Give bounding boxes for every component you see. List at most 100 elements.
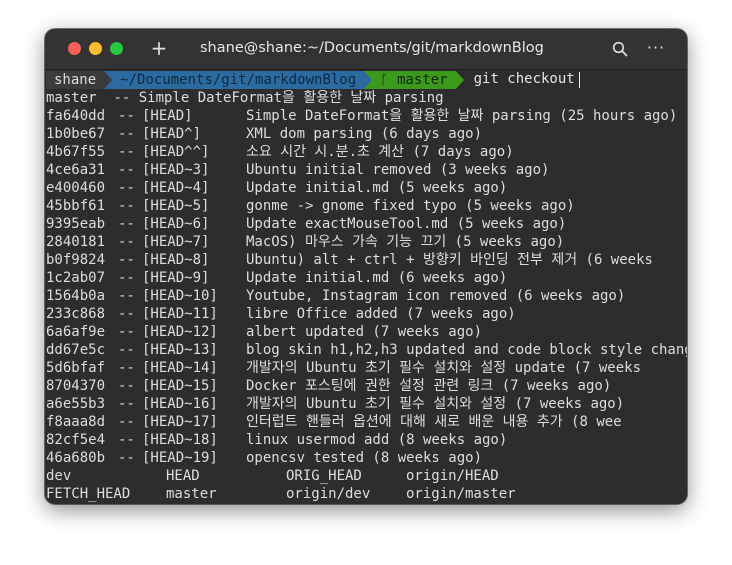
head-ref: [HEAD~17] [142, 414, 218, 430]
completion-row[interactable]: 5d6bfaf -- [HEAD~14] 개발자의 Ubuntu 초기 필수 설치와 … [46, 359, 687, 377]
head-ref: [HEAD^] [142, 126, 202, 142]
commit-message: 개발자의 Ubuntu 초기 필수 설치와 설정 (7 weeks ago) [246, 396, 625, 412]
completion-row[interactable]: dd67e5c -- [HEAD~13] blog skin h1,h2,h3 upd… [46, 341, 687, 359]
ref-name[interactable]: master [166, 485, 286, 503]
prompt-separator [455, 70, 464, 89]
head-ref: [HEAD~11] [142, 306, 218, 322]
completion-separator: -- [113, 90, 131, 106]
commit-message: libre Office added (7 weeks ago) [246, 306, 516, 322]
completion-row[interactable]: f8aaa8d -- [HEAD~17] 인터럽트 핸들러 옵션에 대해 새로 배운 … [46, 413, 687, 431]
head-ref: [HEAD~12] [142, 324, 218, 340]
ref-name[interactable]: FETCH_HEAD [46, 485, 166, 503]
commit-message: Simple DateFormat을 활용한 날짜 parsing [138, 90, 444, 106]
close-window-button[interactable] [68, 42, 81, 55]
completion-row[interactable]: 1564b0a -- [HEAD~10] Youtube, Instagram ico… [46, 287, 687, 305]
commit-hash: 45bbf61 [46, 198, 106, 214]
completion-separator: -- [118, 378, 135, 394]
commit-message: MacOS) 마우스 가속 기능 끄기 (5 weeks ago) [246, 234, 565, 250]
commit-hash: 8704370 [46, 378, 106, 394]
branch-name: master [46, 90, 97, 106]
completion-row[interactable]: 45bbf61 -- [HEAD~5] gonme -> gnome fixed ty… [46, 197, 687, 215]
commit-message: Simple DateFormat을 활용한 날짜 parsing (25 ho… [246, 108, 678, 124]
completion-separator: -- [118, 288, 135, 304]
commit-message: 개발자의 Ubuntu 초기 필수 설치와 설정 update (7 weeks [246, 360, 642, 376]
completion-separator: -- [118, 216, 135, 232]
completion-row[interactable]: 1b0be67 -- [HEAD^] XML dom parsing (6 days … [46, 125, 687, 143]
commit-hash: 4ce6a31 [46, 162, 106, 178]
completion-separator: -- [118, 360, 135, 376]
ref-name[interactable]: origin/HEAD [406, 467, 526, 485]
head-ref: [HEAD~8] [142, 252, 210, 268]
commit-message: Update exactMouseTool.md (5 weeks ago) [246, 216, 567, 232]
ref-name[interactable]: dev [46, 467, 166, 485]
window-title: shane@shane:~/Documents/git/markdownBlog [200, 40, 544, 56]
commit-message: Ubuntu initial removed (3 weeks ago) [246, 162, 550, 178]
commit-hash: 1b0be67 [46, 126, 106, 142]
completion-row[interactable]: 46a680b -- [HEAD~19] opencsv tested (8 week… [46, 449, 687, 467]
commit-hash: dd67e5c [46, 342, 106, 358]
completion-row[interactable]: 1c2ab07 -- [HEAD~9] Update initial.md (6 we… [46, 269, 687, 287]
head-ref: [HEAD] [142, 108, 193, 124]
head-ref: [HEAD~9] [142, 270, 210, 286]
completion-separator: -- [118, 414, 135, 430]
commit-hash: a6e55b3 [46, 396, 106, 412]
completion-separator: -- [118, 396, 135, 412]
completion-row[interactable]: a6e55b3 -- [HEAD~16] 개발자의 Ubuntu 초기 필수 설치와 … [46, 395, 687, 413]
commit-hash: fa640dd [46, 108, 106, 124]
completion-row[interactable]: master -- Simple DateFormat을 활용한 날짜 pars… [46, 89, 687, 107]
commit-hash: 9395eab [46, 216, 106, 232]
completion-row[interactable]: 4b67f55 -- [HEAD^^] 소요 시간 시.분.초 계산 (7 days … [46, 143, 687, 161]
commit-message: albert updated (7 weeks ago) [246, 324, 483, 340]
commit-hash: 82cf5e4 [46, 432, 106, 448]
completion-separator: -- [118, 180, 135, 196]
head-ref: [HEAD~16] [142, 396, 218, 412]
new-tab-button[interactable]: + [149, 37, 169, 59]
ref-name[interactable]: HEAD [166, 467, 286, 485]
completion-row[interactable]: 233c868 -- [HEAD~11] libre Office added (7 … [46, 305, 687, 323]
ref-name[interactable]: ORIG_HEAD [286, 467, 406, 485]
head-ref: [HEAD~10] [142, 288, 218, 304]
head-ref: [HEAD~4] [142, 180, 210, 196]
completion-row[interactable]: e400460 -- [HEAD~4] Update initial.md (5 we… [46, 179, 687, 197]
completion-separator: -- [118, 198, 135, 214]
ref-name[interactable]: origin/dev [286, 485, 406, 503]
head-ref: [HEAD~13] [142, 342, 218, 358]
commit-hash: 1564b0a [46, 288, 106, 304]
terminal-output[interactable]: shane ~/Documents/git/markdownBlog ᚴ mas… [45, 70, 687, 504]
search-icon[interactable] [612, 41, 628, 57]
completion-row[interactable]: 6a6af9e -- [HEAD~12] albert updated (7 week… [46, 323, 687, 341]
title-bar: + shane@shane:~/Documents/git/markdownBl… [45, 29, 687, 70]
prompt-separator [364, 70, 373, 89]
completion-separator: -- [118, 342, 135, 358]
command-input[interactable]: git checkout [464, 70, 575, 89]
completion-row[interactable]: 8704370 -- [HEAD~15] Docker 포스팅에 권한 설정 관련 링… [46, 377, 687, 395]
prompt-user: shane [46, 70, 105, 89]
completion-separator: -- [118, 252, 135, 268]
completion-list: master -- Simple DateFormat을 활용한 날짜 pars… [46, 89, 687, 467]
completion-separator: -- [118, 324, 135, 340]
text-cursor [578, 71, 580, 88]
commit-message: 소요 시간 시.분.초 계산 (7 days ago) [246, 144, 514, 160]
commit-hash: f8aaa8d [46, 414, 106, 430]
minimize-window-button[interactable] [89, 42, 102, 55]
completion-separator: -- [118, 450, 135, 466]
completion-row[interactable]: fa640dd -- [HEAD] Simple DateFormat을 활용한 날짜… [46, 107, 687, 125]
prompt-separator [104, 70, 113, 89]
completion-separator: -- [118, 162, 135, 178]
head-ref: [HEAD^^] [142, 144, 210, 160]
terminal-window: + shane@shane:~/Documents/git/markdownBl… [45, 29, 687, 504]
completion-separator: -- [118, 432, 135, 448]
more-options-icon[interactable]: ··· [646, 39, 666, 57]
ref-name[interactable]: origin/master [406, 485, 526, 503]
completion-row[interactable]: 82cf5e4 -- [HEAD~18] linux usermod add (8 w… [46, 431, 687, 449]
head-ref: [HEAD~14] [142, 360, 218, 376]
maximize-window-button[interactable] [110, 42, 123, 55]
commit-message: XML dom parsing (6 days ago) [246, 126, 483, 142]
commit-message: Youtube, Instagram icon removed (6 weeks… [246, 288, 626, 304]
completion-row[interactable]: 2840181 -- [HEAD~7] MacOS) 마우스 가속 기능 끄기 (5 … [46, 233, 687, 251]
completion-row[interactable]: b0f9824 -- [HEAD~8] Ubuntu) alt + ctrl + 방향… [46, 251, 687, 269]
completion-row[interactable]: 9395eab -- [HEAD~6] Update exactMouseTool.m… [46, 215, 687, 233]
commit-message: 인터럽트 핸들러 옵션에 대해 새로 배운 내용 추가 (8 wee [246, 414, 622, 430]
head-ref: [HEAD~7] [142, 234, 210, 250]
completion-row[interactable]: 4ce6a31 -- [HEAD~3] Ubuntu initial removed … [46, 161, 687, 179]
